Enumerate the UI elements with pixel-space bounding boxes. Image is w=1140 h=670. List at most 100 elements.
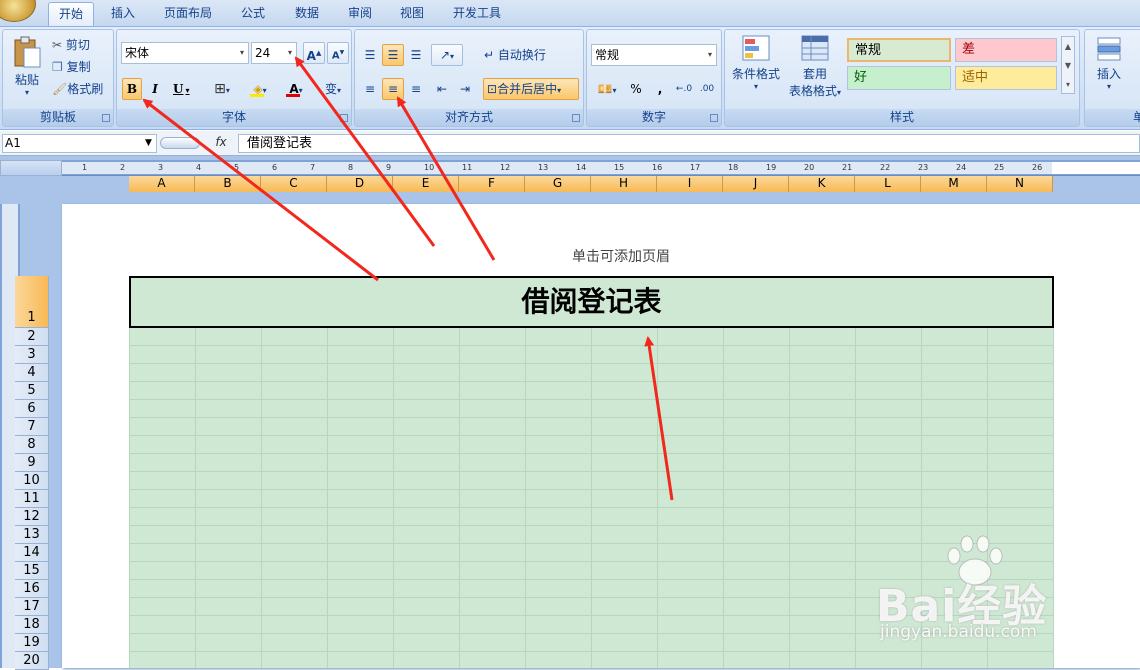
decrease-indent-button[interactable]: ⇤ xyxy=(431,78,453,100)
style-good[interactable]: 好 xyxy=(847,66,951,90)
office-button[interactable] xyxy=(0,0,36,22)
column-header-c[interactable]: C xyxy=(261,176,327,192)
align-top-button[interactable]: ☰ xyxy=(359,44,381,66)
alignment-launcher-icon[interactable] xyxy=(572,114,580,122)
paste-button[interactable]: 粘贴 ▾ xyxy=(7,34,47,104)
borders-button[interactable]: ⊞▾ xyxy=(205,78,239,100)
align-right-button[interactable]: ≡ xyxy=(405,78,427,100)
row-header-10[interactable]: 10 xyxy=(15,472,49,490)
column-header-i[interactable]: I xyxy=(657,176,723,192)
align-bottom-button[interactable]: ☰ xyxy=(405,44,427,66)
row-header-11[interactable]: 11 xyxy=(15,490,49,508)
merge-center-button[interactable]: ⊡合并后居中▾ xyxy=(483,78,579,100)
chevron-down-icon[interactable]: ▼ xyxy=(145,135,152,152)
column-header-d[interactable]: D xyxy=(327,176,393,192)
align-left-button[interactable]: ≡ xyxy=(359,78,381,100)
horizontal-ruler[interactable]: 1 2 3 4 5 6 7 8 9 10 11 12 13 14 15 16 17 18 19 20 21 22 23 24 2… xyxy=(62,160,1140,176)
italic-button[interactable]: I xyxy=(145,78,165,100)
format-painter-button[interactable]: 🖌格式刷 xyxy=(51,78,113,100)
tab-data[interactable]: 数据 xyxy=(282,2,332,26)
row-header-1[interactable]: 1 xyxy=(15,276,49,328)
row-header-19[interactable]: 19 xyxy=(15,634,49,652)
column-header-h[interactable]: H xyxy=(591,176,657,192)
font-launcher-icon[interactable] xyxy=(340,114,348,122)
tab-developer[interactable]: 开发工具 xyxy=(444,2,510,26)
font-size-select[interactable]: 24 ▾ xyxy=(251,42,297,64)
row-header-13[interactable]: 13 xyxy=(15,526,49,544)
number-launcher-icon[interactable] xyxy=(710,114,718,122)
column-header-a[interactable]: A xyxy=(129,176,195,192)
comma-button[interactable]: , xyxy=(649,78,671,100)
currency-button[interactable]: 💴▾ xyxy=(591,78,623,100)
conditional-format-button[interactable]: 条件格式 ▾ xyxy=(729,34,783,106)
page-header-hint[interactable]: 单击可添加页眉 xyxy=(572,246,670,266)
paste-dropdown-icon[interactable]: ▾ xyxy=(7,88,47,97)
clipboard-launcher-icon[interactable] xyxy=(102,114,110,122)
row-header-9[interactable]: 9 xyxy=(15,454,49,472)
formula-input[interactable]: 借阅登记表 xyxy=(238,134,1140,153)
tab-review[interactable]: 审阅 xyxy=(336,2,384,26)
row-header-14[interactable]: 14 xyxy=(15,544,49,562)
row-header-18[interactable]: 18 xyxy=(15,616,49,634)
column-header-k[interactable]: K xyxy=(789,176,855,192)
column-header-l[interactable]: L xyxy=(855,176,921,192)
copy-button[interactable]: ❐ 复制 xyxy=(51,56,111,78)
row-header-12[interactable]: 12 xyxy=(15,508,49,526)
scroll-up-icon[interactable]: ▲ xyxy=(1062,37,1074,56)
column-header-f[interactable]: F xyxy=(459,176,525,192)
fill-color-button[interactable]: ◈▾ xyxy=(243,78,277,100)
underline-button[interactable]: U ▾ xyxy=(167,78,201,100)
cut-button[interactable]: ✂ 剪切 xyxy=(51,34,111,56)
title-merged-cell[interactable]: 借阅登记表 xyxy=(129,276,1054,328)
name-box[interactable]: A1 ▼ xyxy=(2,134,157,153)
grow-font-button[interactable]: A▲ xyxy=(303,42,325,64)
column-header-m[interactable]: M xyxy=(921,176,987,192)
styles-scroll[interactable]: ▲ ▼ ▾ xyxy=(1061,36,1075,94)
tab-view[interactable]: 视图 xyxy=(388,2,436,26)
row-header-20[interactable]: 20 xyxy=(15,652,49,670)
increase-decimal-button[interactable]: ←.0 xyxy=(673,78,695,100)
row-header-15[interactable]: 15 xyxy=(15,562,49,580)
decrease-decimal-button[interactable]: .00 xyxy=(696,78,718,100)
tab-home[interactable]: 开始 xyxy=(48,2,94,26)
tab-page-layout[interactable]: 页面布局 xyxy=(156,2,220,26)
format-as-table-button[interactable]: 套用 表格格式▾ xyxy=(785,34,845,106)
style-bad[interactable]: 差 xyxy=(955,38,1057,62)
number-format-select[interactable]: 常规 ▾ xyxy=(591,44,717,66)
select-all-corner[interactable] xyxy=(0,160,62,176)
style-neutral[interactable]: 适中 xyxy=(955,66,1057,90)
row-header-17[interactable]: 17 xyxy=(15,598,49,616)
row-header-8[interactable]: 8 xyxy=(15,436,49,454)
wrap-text-button[interactable]: ↵ 自动换行 xyxy=(483,44,581,66)
column-header-n[interactable]: N xyxy=(987,176,1053,192)
expand-handle[interactable] xyxy=(160,137,200,149)
row-header-2[interactable]: 2 xyxy=(15,328,49,346)
row-header-4[interactable]: 4 xyxy=(15,364,49,382)
phonetic-button[interactable]: 变▾ xyxy=(317,78,349,100)
bold-button[interactable]: B xyxy=(122,78,142,100)
column-header-b[interactable]: B xyxy=(195,176,261,192)
tab-formulas[interactable]: 公式 xyxy=(228,2,278,26)
row-header-6[interactable]: 6 xyxy=(15,400,49,418)
percent-button[interactable]: % xyxy=(625,78,647,100)
scroll-down-icon[interactable]: ▼ xyxy=(1062,56,1074,75)
column-header-e[interactable]: E xyxy=(393,176,459,192)
row-header-5[interactable]: 5 xyxy=(15,382,49,400)
insert-cells-button[interactable]: 插入 ▾ xyxy=(1089,34,1129,106)
orientation-button[interactable]: ↗▾ xyxy=(431,44,463,66)
row-header-3[interactable]: 3 xyxy=(15,346,49,364)
font-color-button[interactable]: A▾ xyxy=(279,78,313,100)
column-header-j[interactable]: J xyxy=(723,176,789,192)
shrink-font-button[interactable]: A▼ xyxy=(327,42,349,64)
tab-insert[interactable]: 插入 xyxy=(100,2,146,26)
align-middle-button[interactable]: ☰ xyxy=(382,44,404,66)
insert-function-button[interactable]: fx xyxy=(208,135,234,152)
column-header-g[interactable]: G xyxy=(525,176,591,192)
row-header-7[interactable]: 7 xyxy=(15,418,49,436)
style-normal[interactable]: 常规 xyxy=(847,38,951,62)
more-icon[interactable]: ▾ xyxy=(1062,75,1074,94)
font-name-select[interactable]: 宋体 ▾ xyxy=(121,42,249,64)
increase-indent-button[interactable]: ⇥ xyxy=(454,78,476,100)
align-center-button[interactable]: ≡ xyxy=(382,78,404,100)
row-header-16[interactable]: 16 xyxy=(15,580,49,598)
